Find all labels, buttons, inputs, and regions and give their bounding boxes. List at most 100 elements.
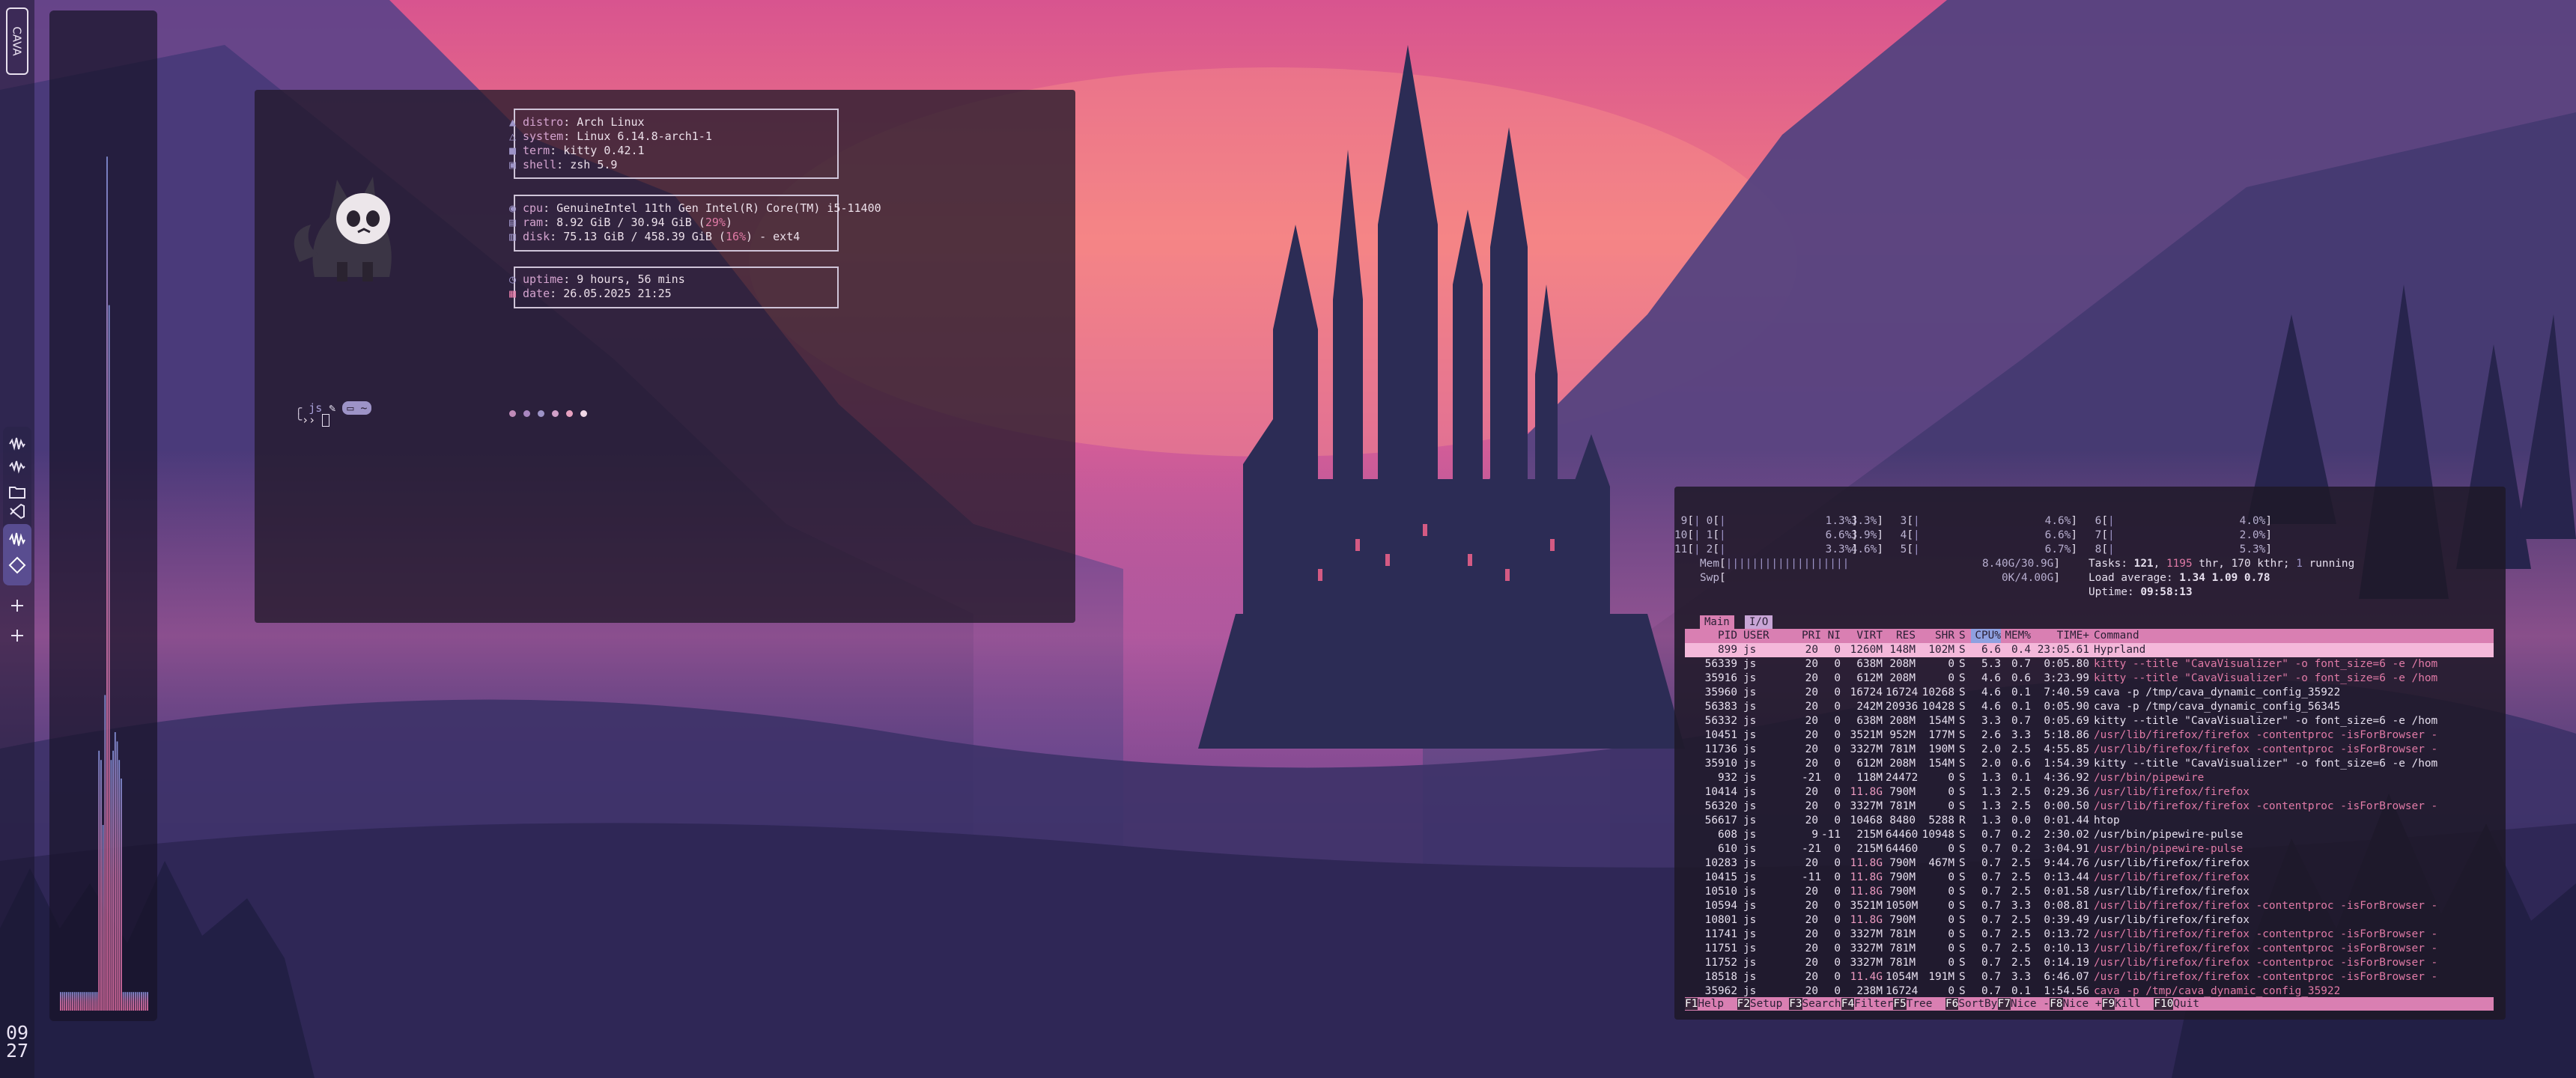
table-cell: /usr/bin/pipewire-pulse [2094, 843, 2244, 855]
htop-terminal[interactable]: 0[| 3.3%] 1[| 3.9%] 2[| 4.6%] 3[| 4.6%] 4[| 6… [1674, 487, 2506, 1020]
table-cell: /usr/lib/firefox/firefox -contentproc -i… [2094, 800, 2438, 812]
table-cell: 952M [1889, 729, 1916, 741]
table-cell: 118M [1856, 772, 1883, 784]
fetch-cpu: ◉ cpu: GenuineIntel 11th Gen Intel(R) Cor… [509, 201, 881, 215]
table-cell: 3327M [1850, 928, 1883, 940]
table-cell: 0 [1834, 715, 1841, 727]
table-cell: 0.7 [1981, 871, 2001, 883]
function-key-f2[interactable]: F2Setup [1737, 997, 1782, 1011]
table-cell: js [1743, 686, 1757, 698]
vscode-icon[interactable] [4, 552, 30, 578]
cava-bar [147, 992, 148, 1011]
cava-bar [124, 992, 127, 1011]
table-cell: /usr/lib/firefox/firefox -contentproc -i… [2094, 943, 2438, 954]
function-key-f1[interactable]: F1Help [1685, 997, 1724, 1011]
table-cell: 0.2 [2011, 829, 2031, 841]
table-cell: 56320 [1704, 800, 1737, 812]
table-cell: 781M [1889, 957, 1916, 969]
column-header: NI [1827, 630, 1841, 642]
table-cell: 20 [1805, 786, 1818, 798]
function-key-f6[interactable]: F6SortBy [1945, 997, 1997, 1011]
table-cell: 11.4G [1850, 971, 1883, 983]
table-cell: 20 [1805, 715, 1818, 727]
table-cell: 0 [1948, 957, 1954, 969]
table-cell: 0 [1834, 914, 1841, 926]
table-cell: 20936 [1886, 701, 1919, 713]
table-cell: 0 [1834, 928, 1841, 940]
table-cell: 11741 [1704, 928, 1737, 940]
cava-logo-button[interactable]: CAVA [6, 7, 28, 75]
table-cell: 781M [1889, 928, 1916, 940]
table-cell: 10594 [1704, 900, 1737, 912]
table-cell: -11 [1821, 829, 1841, 841]
table-cell: js [1743, 658, 1757, 670]
function-key-f7[interactable]: F7Nice - [1997, 997, 2050, 1011]
table-cell: 0 [1948, 871, 1954, 883]
table-cell: 0:05.80 [2044, 658, 2089, 670]
function-key-f8[interactable]: F8Nice + [2050, 997, 2102, 1011]
table-cell: js [1743, 758, 1757, 770]
tab-main[interactable]: Main [1700, 615, 1734, 629]
waveform-icon[interactable] [4, 454, 30, 479]
shell-prompt-input[interactable]: ╰›› [268, 400, 330, 440]
table-cell: 23:05.61 [2037, 644, 2089, 656]
cava-bar [66, 992, 67, 1011]
table-cell: 56339 [1704, 658, 1737, 670]
tab-io[interactable]: I/O [1745, 615, 1773, 629]
table-cell: 215M [1856, 829, 1883, 841]
table-cell: 10414 [1704, 786, 1737, 798]
cava-bar [84, 992, 86, 1011]
cava-bar [92, 992, 94, 1011]
function-key-f10[interactable]: F10Quit [2154, 997, 2199, 1011]
cava-bar [70, 992, 72, 1011]
table-cell: 0.7 [2011, 658, 2031, 670]
table-cell: 10468 [1850, 814, 1883, 826]
column-header: USER [1743, 630, 1770, 642]
table-cell: js [1743, 786, 1757, 798]
table-cell: 0 [1948, 800, 1954, 812]
waveform-icon[interactable] [4, 527, 30, 552]
table-cell: 11.8G [1850, 857, 1883, 869]
table-cell: 3521M [1850, 900, 1883, 912]
table-cell: 638M [1856, 658, 1883, 670]
cpu-meter-value: 6.6%] [2044, 529, 2077, 541]
table-cell: 11.8G [1850, 886, 1883, 898]
table-cell: 102M [1928, 644, 1954, 656]
plus-icon[interactable] [4, 593, 30, 618]
table-cell: 10801 [1704, 914, 1737, 926]
table-cell: 0:08.81 [2044, 900, 2089, 912]
palette-dot [552, 410, 559, 417]
cava-visualizer-window[interactable] [49, 10, 157, 1021]
palette-dot [523, 410, 530, 417]
table-cell: js [1743, 814, 1757, 826]
vscode-icon[interactable] [4, 499, 30, 524]
table-cell: 11752 [1704, 957, 1737, 969]
cava-bar [78, 992, 80, 1011]
table-cell: js [1743, 715, 1757, 727]
table-cell: 0.7 [2011, 715, 2031, 727]
function-key-f3[interactable]: F3Search [1789, 997, 1841, 1011]
table-cell: /usr/lib/firefox/firefox -contentproc -i… [2094, 900, 2438, 912]
table-cell: S [1959, 914, 1966, 926]
table-cell: 16724 [1850, 686, 1883, 698]
waveform-icon[interactable] [4, 431, 30, 457]
table-cell: 781M [1889, 943, 1916, 954]
cpu-meter-value: 6.7%] [2044, 543, 2077, 555]
function-key-f5[interactable]: F5Tree [1893, 997, 1932, 1011]
cava-bar [127, 992, 128, 1011]
table-cell: S [1959, 943, 1966, 954]
table-cell: /usr/bin/pipewire-pulse [2094, 829, 2244, 841]
table-cell: 0.7 [1981, 900, 2001, 912]
plus-icon[interactable] [4, 623, 30, 648]
cava-bar [108, 305, 110, 1011]
function-key-f9[interactable]: F9Kill [2101, 997, 2141, 1011]
cpu-meter-value: 1.3%] [1825, 515, 1858, 527]
table-cell: 64460 [1886, 843, 1919, 855]
table-cell: 0.7 [1981, 957, 2001, 969]
column-header: SHR [1935, 630, 1954, 642]
function-key-f4[interactable]: F4Filter [1841, 997, 1893, 1011]
table-cell: 0.7 [1981, 971, 2001, 983]
fastfetch-terminal[interactable]: ▲ distro: Arch Linux △ system: Linux 6.14.… [255, 90, 1075, 623]
palette-dot [566, 410, 573, 417]
table-cell: 0 [1948, 914, 1954, 926]
